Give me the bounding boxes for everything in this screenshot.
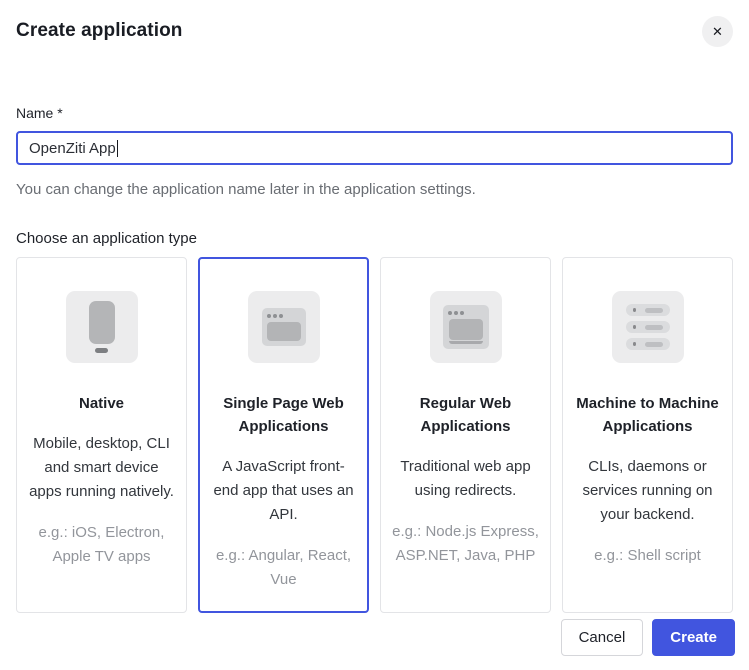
required-asterisk: * [57,105,62,121]
card-description: A JavaScript front-end app that uses an … [210,455,357,527]
browser-window-shape [262,308,306,346]
server-led-shape [633,342,637,346]
card-title: Native [79,392,124,415]
app-type-card-native[interactable]: Native Mobile, desktop, CLI and smart de… [16,257,187,613]
card-title: Machine to Machine Applications [574,392,721,438]
app-type-label: Choose an application type [16,230,733,247]
server-led-shape [633,308,637,312]
close-button[interactable]: ✕ [702,16,733,47]
browser-window-icon [248,291,320,363]
window-dots [267,314,283,318]
app-type-card-regular-web[interactable]: Regular Web Applications Traditional web… [380,257,551,613]
window-dots [448,311,464,315]
card-description: CLIs, daemons or services running on you… [574,455,721,527]
window-shadow-shape [449,341,483,344]
card-example: e.g.: Node.js Express, ASP.NET, Java, PH… [392,520,539,568]
create-application-modal: Create application ✕ Name * OpenZiti App… [0,0,749,670]
app-type-cards: Native Mobile, desktop, CLI and smart de… [16,257,733,593]
card-title: Single Page Web Applications [210,392,357,438]
card-description: Mobile, desktop, CLI and smart device ap… [28,432,175,504]
card-example: e.g.: Shell script [594,544,701,568]
app-type-card-m2m[interactable]: Machine to Machine Applications CLIs, da… [562,257,733,613]
server-bar-shape [626,321,670,333]
card-example: e.g.: iOS, Electron, Apple TV apps [28,521,175,569]
card-example: e.g.: Angular, React, Vue [210,544,357,592]
server-slot-shape [645,308,662,313]
name-label-text: Name [16,105,53,121]
mobile-phone-icon [66,291,138,363]
phone-body-shape [89,301,115,344]
name-input[interactable]: OpenZiti App [16,131,733,165]
browser-window-shadow-icon [430,291,502,363]
modal-title: Create application [16,20,183,42]
text-caret [117,140,119,157]
server-bar-shape [626,338,670,350]
server-slot-shape [645,325,662,330]
phone-home-button-shape [95,348,108,353]
cancel-button[interactable]: Cancel [561,619,644,656]
window-content-shape [449,319,483,340]
modal-header: Create application ✕ [16,16,733,47]
server-stack-icon [612,291,684,363]
close-icon: ✕ [712,25,723,38]
name-label: Name * [16,105,733,121]
browser-window-shape [443,305,489,349]
card-title: Regular Web Applications [392,392,539,438]
server-bar-shape [626,304,670,316]
name-helper-text: You can change the application name late… [16,181,733,198]
name-input-value: OpenZiti App [29,140,116,157]
server-slot-shape [645,342,662,347]
card-description: Traditional web app using redirects. [392,455,539,503]
app-type-card-spa[interactable]: Single Page Web Applications A JavaScrip… [198,257,369,613]
server-led-shape [633,325,637,329]
create-button[interactable]: Create [652,619,735,656]
window-content-shape [267,322,301,341]
modal-footer: Cancel Create [561,619,735,656]
